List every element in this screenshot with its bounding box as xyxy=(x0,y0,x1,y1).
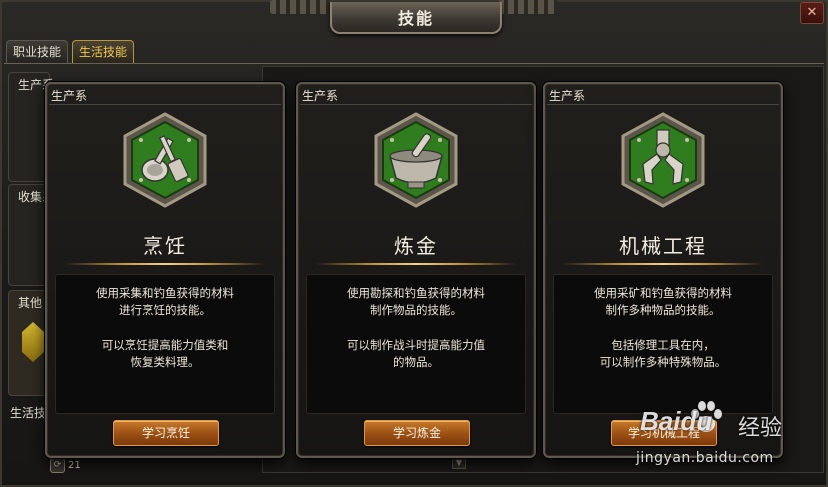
tab-life-skills[interactable]: 生活技能 xyxy=(72,40,135,63)
mechanical-claw-icon xyxy=(621,112,705,208)
skill-card-alchemy: 生产系 炼金 使用勘探和钓鱼获得的材料 制作物品的技能。 可以制作战斗时提高能力… xyxy=(296,82,536,458)
skill-description: 使用采集和钓鱼获得的材料 进行烹饪的技能。 可以烹饪提高能力值类和 恢复类料理。 xyxy=(55,274,275,414)
close-button[interactable]: ✕ xyxy=(800,2,824,24)
title-glow-divider xyxy=(316,263,516,265)
tab-divider xyxy=(4,63,824,64)
description-line: 使用采集和钓鱼获得的材料 进行烹饪的技能。 xyxy=(96,286,234,317)
skill-title: 机械工程 xyxy=(619,234,707,258)
card-header: 生产系 xyxy=(302,89,339,103)
skill-title: 炼金 xyxy=(394,234,438,258)
description-line: 使用勘探和钓鱼获得的材料 制作物品的技能。 xyxy=(347,286,485,317)
skill-title: 烹饪 xyxy=(143,234,187,258)
tab-class-skills[interactable]: 职业技能 xyxy=(6,40,69,63)
skill-description: 使用勘探和钓鱼获得的材料 制作物品的技能。 可以制作战斗时提高能力值 的物品。 xyxy=(306,274,526,414)
description-line: 使用采矿和钓鱼获得的材料 制作多种物品的技能。 xyxy=(594,286,732,317)
learn-engineering-button[interactable]: 学习机械工程 xyxy=(611,420,717,446)
scroll-down-arrow[interactable]: ▼ xyxy=(452,457,466,469)
skills-window: 技能 ✕ 职业技能 生活技能 生产系 收集系 其他 生活技 ▼ ⟳ 21 生产系… xyxy=(0,0,828,487)
skill-card-engineering: 生产系 机械工程 使用采矿和钓鱼获得的材料 制作多种物品的技能。 包括修理工具在… xyxy=(543,82,783,458)
description-line: 可以制作战斗时提高能力值 的物品。 xyxy=(347,338,485,369)
skill-point-counter: ⟳ 21 xyxy=(50,458,81,473)
description-line: 可以烹饪提高能力值类和 恢复类料理。 xyxy=(101,338,229,369)
card-header: 生产系 xyxy=(51,89,88,103)
skill-card-cooking: 生产系 烹饪 使用采集和钓鱼获得的材料 进行烹饪的技能。 可以烹饪提高能力值类和… xyxy=(45,82,285,458)
learn-cooking-button[interactable]: 学习烹饪 xyxy=(113,420,219,446)
counter-value: 21 xyxy=(68,460,81,471)
skill-description: 使用采矿和钓鱼获得的材料 制作多种物品的技能。 包括修理工具在内， 可以制作多种… xyxy=(553,274,773,414)
card-header-divider xyxy=(547,104,779,105)
title-chain-decoration-left xyxy=(270,0,330,14)
learn-alchemy-button[interactable]: 学习炼金 xyxy=(364,420,470,446)
description-line: 包括修理工具在内， 可以制作多种特殊物品。 xyxy=(599,338,727,369)
skill-tabs: 职业技能 生活技能 xyxy=(6,40,135,63)
refresh-icon[interactable]: ⟳ xyxy=(50,458,65,473)
alchemy-mortar-icon xyxy=(374,112,458,208)
title-glow-divider xyxy=(65,263,265,265)
cooking-utensils-icon xyxy=(123,112,207,208)
title-glow-divider xyxy=(563,263,763,265)
card-header-divider xyxy=(300,104,532,105)
window-title: 技能 xyxy=(330,2,502,34)
title-chain-decoration-right xyxy=(498,0,558,14)
bg-section-label-life: 生活技 xyxy=(10,406,47,420)
card-header-divider xyxy=(49,104,281,105)
card-header: 生产系 xyxy=(549,89,586,103)
bg-section-label-other: 其他 xyxy=(18,296,43,310)
